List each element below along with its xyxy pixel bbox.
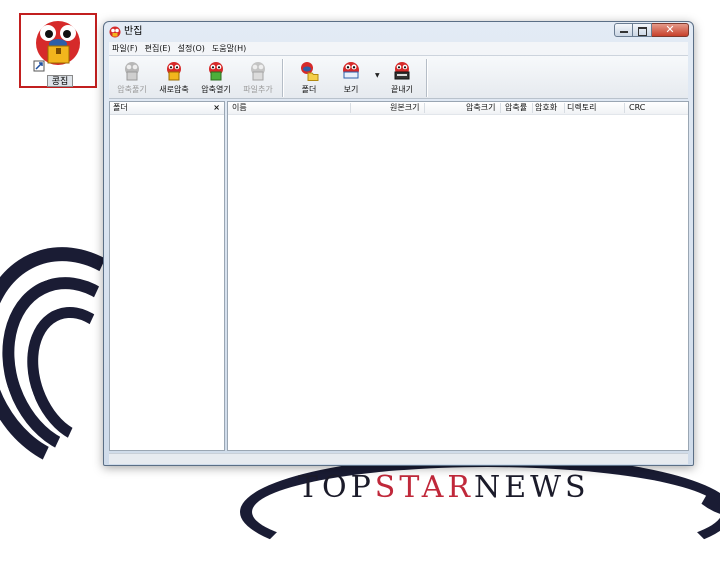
- column-divider[interactable]: [532, 103, 533, 113]
- column-divider[interactable]: [424, 103, 425, 113]
- minimize-button[interactable]: [614, 23, 633, 37]
- exit-button[interactable]: 끝내기: [381, 58, 423, 98]
- folder-button[interactable]: 폴더: [288, 58, 330, 98]
- menu-bar: 파일(F) 편집(E) 설정(O) 도움말(H): [109, 42, 688, 55]
- column-divider[interactable]: [500, 103, 501, 113]
- column-divider[interactable]: [564, 103, 565, 113]
- folder-pane[interactable]: 폴더 ×: [109, 101, 225, 451]
- column-divider[interactable]: [624, 103, 625, 113]
- app-mascot-icon: [33, 21, 80, 72]
- extract-icon: [125, 62, 139, 81]
- column-encryption[interactable]: 암호화: [535, 102, 557, 114]
- new-archive-button[interactable]: 새로압축: [153, 58, 195, 98]
- view-icon: [343, 62, 359, 79]
- add-file-icon: [251, 62, 265, 81]
- menu-edit[interactable]: 편집(E): [142, 42, 175, 55]
- view-label: 보기: [343, 85, 359, 94]
- column-name[interactable]: 이름: [232, 102, 247, 114]
- menu-file[interactable]: 파일(F): [109, 42, 142, 55]
- folder-pane-title: 폴더: [113, 103, 128, 112]
- maximize-icon: [638, 27, 647, 36]
- new-archive-label: 새로압축: [159, 85, 189, 94]
- exit-icon: [394, 62, 410, 80]
- shortcut-label: 콩집: [47, 75, 73, 87]
- column-original-size[interactable]: 원본크기: [390, 102, 419, 114]
- minimize-icon: [620, 31, 628, 33]
- toolbar-separator: [282, 59, 284, 97]
- menu-help[interactable]: 도움말(H): [209, 42, 250, 55]
- toolbar-separator: [426, 59, 428, 97]
- column-crc[interactable]: CRC: [629, 102, 645, 114]
- add-file-button[interactable]: 파일추가: [237, 58, 279, 98]
- column-directory[interactable]: 디렉토리: [567, 102, 596, 114]
- file-list-header: 이름 원본크기 압축크기 압축률 암호화 디렉토리 CRC: [228, 102, 688, 115]
- exit-label: 끝내기: [390, 85, 414, 94]
- folder-pane-header: 폴더 ×: [110, 102, 224, 115]
- title-bar[interactable]: 반집 ✕: [104, 22, 693, 42]
- toolbar: 압축풀기 새로압축 압축열기 파일추가 폴더 보기 ▼ 끝내기: [109, 55, 688, 99]
- view-button[interactable]: 보기: [330, 58, 372, 98]
- extract-label: 압축풀기: [117, 85, 147, 94]
- new-archive-icon: [167, 62, 181, 81]
- menu-settings[interactable]: 설정(O): [175, 42, 209, 55]
- folder-pane-close-icon[interactable]: ×: [213, 102, 220, 114]
- app-window: 반집 ✕ 파일(F) 편집(E) 설정(O) 도움말(H) 압축풀기 새로압축 …: [103, 21, 694, 466]
- column-compressed-size[interactable]: 압축크기: [466, 102, 495, 114]
- close-icon: ✕: [665, 23, 675, 36]
- app-icon: [109, 26, 121, 38]
- window-title: 반집: [124, 26, 143, 37]
- view-dropdown-icon[interactable]: ▼: [375, 72, 380, 79]
- maximize-button[interactable]: [633, 23, 652, 37]
- folder-icon: [301, 62, 319, 81]
- desktop-shortcut[interactable]: 콩집: [19, 13, 97, 88]
- file-list[interactable]: 이름 원본크기 압축크기 압축률 암호화 디렉토리 CRC: [227, 101, 689, 451]
- column-ratio[interactable]: 압축률: [505, 102, 527, 114]
- status-bar: [109, 453, 688, 464]
- folder-label: 폴더: [301, 85, 317, 94]
- open-archive-label: 압축열기: [201, 85, 231, 94]
- open-archive-button[interactable]: 압축열기: [195, 58, 237, 98]
- window-controls: ✕: [614, 23, 689, 38]
- extract-button[interactable]: 압축풀기: [111, 58, 153, 98]
- open-archive-icon: [209, 62, 223, 81]
- add-file-label: 파일추가: [243, 85, 273, 94]
- close-button[interactable]: ✕: [652, 23, 689, 37]
- column-divider[interactable]: [350, 103, 351, 113]
